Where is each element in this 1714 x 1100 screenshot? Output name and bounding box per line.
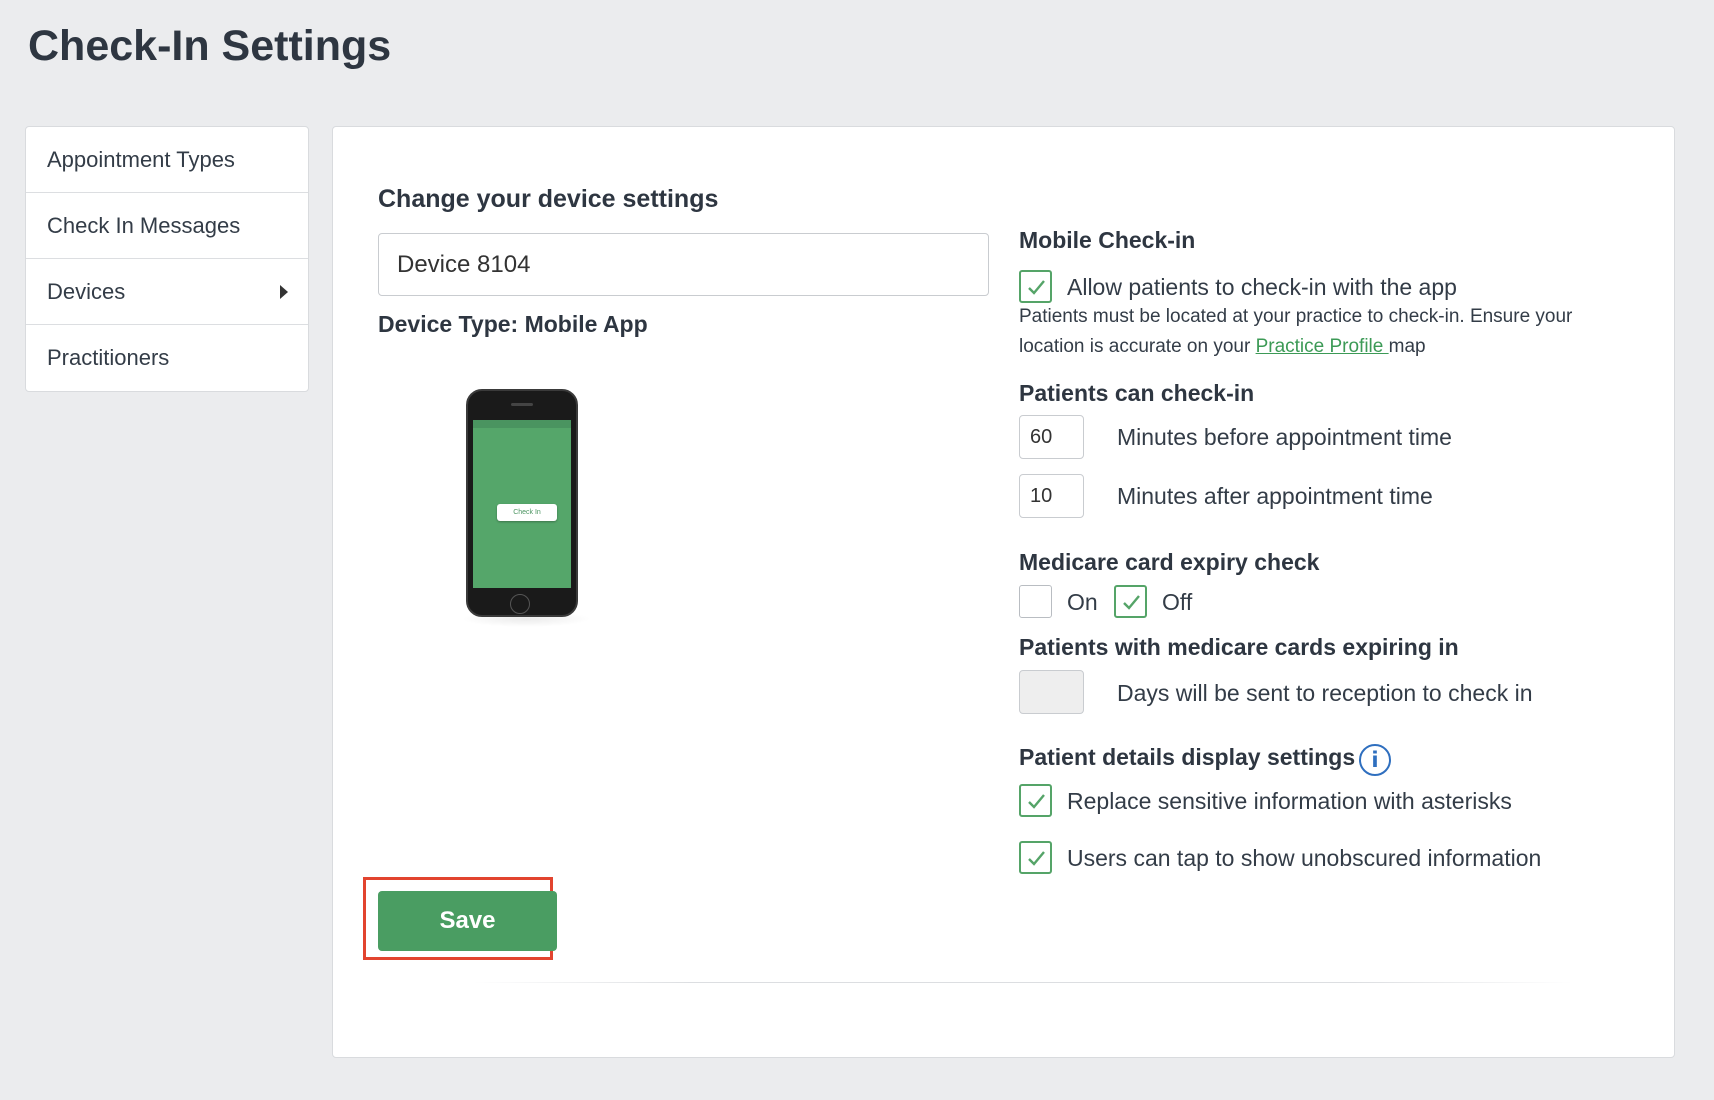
check-icon	[1028, 280, 1045, 295]
check-icon	[1028, 794, 1045, 809]
check-icon	[1123, 595, 1140, 610]
help-suffix: map	[1388, 336, 1426, 357]
sidebar-item-devices[interactable]: Devices	[26, 259, 308, 325]
medicare-expiry-title: Medicare card expiry check	[1019, 549, 1320, 575]
tap-unobscured-label: Users can tap to show unobscured informa…	[1067, 845, 1542, 871]
replace-sensitive-checkbox[interactable]	[1019, 784, 1052, 817]
phone-check-in-button: Check In	[497, 504, 557, 521]
caret-right-icon	[280, 284, 288, 299]
sidebar-item-check-in-messages[interactable]: Check In Messages	[26, 193, 308, 259]
sidebar-item-practitioners[interactable]: Practitioners	[26, 325, 308, 391]
check-icon	[1028, 851, 1045, 866]
divider	[473, 982, 1573, 983]
sidebar-item-appointment-types[interactable]: Appointment Types	[26, 127, 308, 193]
phone-home-button	[510, 594, 530, 614]
minutes-before-label: Minutes before appointment time	[1117, 424, 1452, 450]
checkin-window-title: Patients can check-in	[1019, 380, 1255, 406]
sidebar-item-label: Check In Messages	[47, 212, 241, 238]
medicare-off-label: Off	[1162, 589, 1193, 615]
allow-checkin-checkbox[interactable]	[1019, 270, 1052, 303]
patient-display-title: Patient details display settings	[1019, 744, 1356, 770]
phone-speaker	[511, 403, 533, 406]
phone-screen: Check In	[473, 420, 571, 588]
medicare-on-label: On	[1067, 589, 1098, 615]
expiry-days-input[interactable]	[1019, 670, 1084, 714]
sidebar: Appointment Types Check In Messages Devi…	[25, 126, 309, 392]
allow-checkin-label: Allow patients to check-in with the app	[1067, 274, 1457, 300]
info-icon[interactable]: i	[1359, 744, 1391, 776]
minutes-after-input[interactable]	[1019, 474, 1084, 518]
replace-sensitive-label: Replace sensitive information with aster…	[1067, 788, 1512, 814]
phone-body: Check In	[466, 389, 578, 617]
phone-illustration: Check In	[461, 389, 591, 629]
sidebar-item-label: Practitioners	[47, 345, 170, 370]
page-title: Check-In Settings	[28, 22, 392, 70]
save-button[interactable]: Save	[378, 891, 557, 951]
medicare-on-checkbox[interactable]	[1019, 585, 1052, 618]
device-name-input[interactable]	[378, 233, 989, 296]
medicare-expiring-title: Patients with medicare cards expiring in	[1019, 634, 1459, 660]
mobile-checkin-help: Patients must be located at your practic…	[1019, 302, 1639, 362]
phone-status-bar	[473, 420, 571, 428]
device-settings-panel: Change your device settings Device Type:…	[332, 126, 1675, 1058]
device-type-label: Device Type: Mobile App	[378, 311, 648, 337]
mobile-checkin-title: Mobile Check-in	[1019, 227, 1196, 253]
sidebar-item-label: Appointment Types	[47, 146, 235, 172]
minutes-after-label: Minutes after appointment time	[1117, 483, 1433, 509]
device-settings-title: Change your device settings	[378, 185, 719, 213]
sidebar-item-label: Devices	[47, 278, 126, 304]
practice-profile-link[interactable]: Practice Profile	[1256, 336, 1389, 357]
tap-unobscured-checkbox[interactable]	[1019, 841, 1052, 874]
expiry-days-label: Days will be sent to reception to check …	[1117, 680, 1533, 706]
minutes-before-input[interactable]	[1019, 415, 1084, 459]
medicare-off-checkbox[interactable]	[1114, 585, 1147, 618]
